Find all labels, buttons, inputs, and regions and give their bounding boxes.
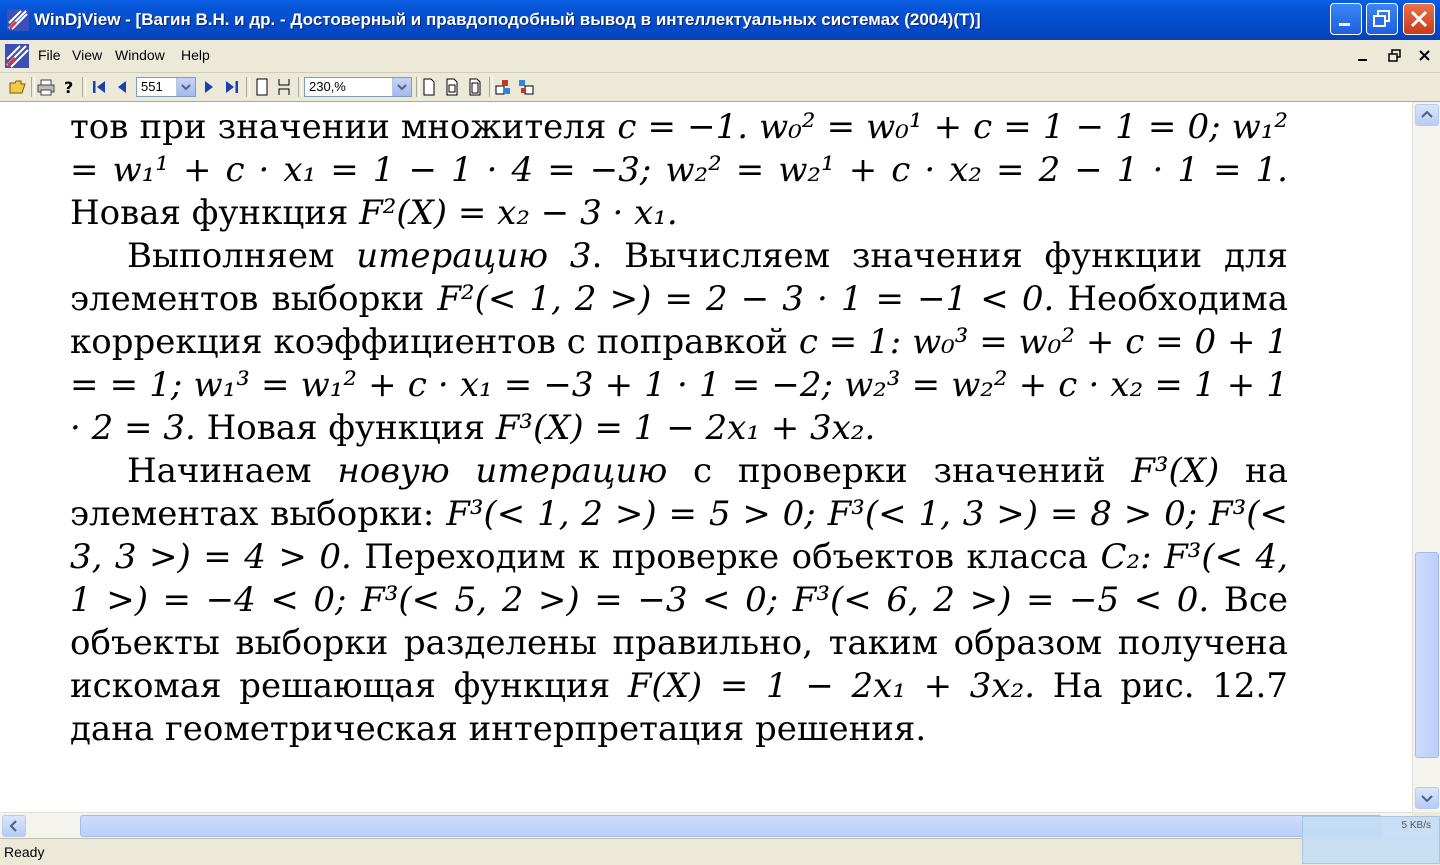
text-run: с проверки значений [667,451,1132,491]
window-title: WinDjView - [Вагин В.Н. и др. - Достовер… [34,10,981,29]
mdi-close-icon[interactable] [1414,46,1436,66]
help-icon[interactable]: ? [60,78,78,96]
zoom-dropdown-button[interactable] [392,78,411,96]
math-expression: w₀² = w₀¹ + c = 1 − 1 = 0; [759,107,1221,147]
continuous-icon[interactable] [275,78,293,96]
horizontal-scroll-thumb[interactable] [80,815,1382,837]
next-page-icon[interactable] [200,78,218,96]
math-expression: F³(< 5, 2 >) = −3 < 0; [361,580,779,620]
math-expression: F³(X) [1131,451,1220,491]
network-meter-widget[interactable]: 5 KB/s [1302,816,1440,864]
scroll-down-button[interactable] [1415,787,1439,809]
text-run: Переходим к проверке объектов класса [351,537,1101,577]
zoom-value: 230,% [309,79,346,94]
close-icon [1410,10,1428,28]
paragraph: Начинаем новую итерацию с проверки значе… [70,450,1288,751]
math-expression: c = 1: [798,322,902,362]
toolbar-separator [246,77,250,97]
svg-text:?: ? [64,78,73,96]
math-expression: c = −1. [617,107,749,147]
toolbar-separator [82,77,86,97]
restore-icon [1373,10,1390,27]
status-text: Ready [4,844,45,860]
math-expression: F(X) = 1 − 2x₁ + 3x₂. [627,666,1036,706]
actual-size-icon[interactable] [420,78,438,96]
page-content: тов при значении множителя c = −1. w₀² =… [70,106,1288,751]
mdi-restore-icon[interactable] [1384,46,1406,66]
status-bar: Ready [0,838,1440,865]
print-icon[interactable] [37,78,55,96]
toolbar: ? 551 230,% [0,73,1440,102]
toolbar-separator [31,77,35,97]
page-number-combo[interactable]: 551 [136,77,196,97]
menu-window[interactable]: Window [115,47,165,63]
math-expression: w₂² = w₂¹ + c · x₂ = 2 − 1 · 1 = 1. [665,150,1288,190]
first-page-icon[interactable] [90,78,108,96]
text-run: тов при значении множителя [70,107,618,147]
text-run: Выполняем [127,236,357,276]
fit-width-icon[interactable] [443,78,461,96]
emphasis-text: новую итерацию [337,451,668,491]
open-icon[interactable] [9,78,27,96]
text-run: Новая функция [70,193,360,233]
page-number-value: 551 [141,79,163,94]
math-expression: w₁³ = w₁² + c · x₁ = −3 + 1 · 1 = −2; [193,365,833,405]
text-run: Начинаем [127,451,338,491]
single-page-icon[interactable] [253,78,271,96]
math-expression: F²(< 1, 2 >) = 2 − 3 · 1 = −1 < 0. [437,279,1055,319]
paragraph: Выполняем итерацию 3. Вычисляем значения… [70,235,1288,450]
network-speed: 5 KB/s [1401,820,1431,831]
page-dropdown-button[interactable] [176,78,195,96]
text-run: Новая функция [195,408,496,448]
vertical-scrollbar[interactable] [1412,102,1440,812]
close-button[interactable] [1403,3,1435,35]
toolbar-separator [298,77,302,97]
minimize-icon [1339,23,1350,26]
chevron-down-icon [181,84,191,91]
menu-file[interactable]: File [38,47,61,63]
prev-page-icon[interactable] [113,78,131,96]
math-expression: F³(< 6, 2 >) = −5 < 0. [792,580,1210,620]
paragraph: тов при значении множителя c = −1. w₀² =… [70,106,1288,235]
math-expression: F²(X) = x₂ − 3 · x₁. [359,193,678,233]
rotate-left-icon[interactable] [494,78,512,96]
menu-view[interactable]: View [72,47,102,63]
menu-bar: File View Window Help [0,40,1440,73]
scroll-up-button[interactable] [1415,104,1439,126]
chevron-down-icon [397,84,407,91]
maximize-button[interactable] [1366,3,1398,35]
math-expression: C₂: [1100,537,1152,577]
horizontal-scrollbar[interactable] [0,812,1412,839]
rotate-right-icon[interactable] [517,78,535,96]
math-expression: F³(X) = 1 − 2x₁ + 3x₂. [495,408,876,448]
chevron-left-icon [9,820,17,832]
vertical-scroll-thumb[interactable] [1415,552,1439,758]
menu-help[interactable]: Help [181,47,210,63]
scroll-left-button[interactable] [2,815,26,837]
math-expression: F³(< 1, 2 >) = 5 > 0; [446,494,816,534]
last-page-icon[interactable] [223,78,241,96]
mdi-minimize-icon[interactable] [1352,46,1374,66]
toolbar-separator [489,77,493,97]
math-expression: F³(< 1, 3 >) = 8 > 0; [827,494,1198,534]
zoom-combo[interactable]: 230,% [304,77,412,97]
fit-page-icon[interactable] [466,78,484,96]
document-viewport[interactable]: тов при значении множителя c = −1. w₀² =… [0,102,1412,812]
title-bar[interactable]: WinDjView - [Вагин В.Н. и др. - Достовер… [0,0,1440,40]
minimize-button[interactable] [1330,3,1362,35]
chevron-down-icon [1421,795,1433,803]
chevron-up-icon [1421,110,1433,118]
document-icon[interactable] [4,43,30,69]
windjview-app-icon [7,9,29,31]
emphasis-text: итерацию 3 [356,236,592,276]
